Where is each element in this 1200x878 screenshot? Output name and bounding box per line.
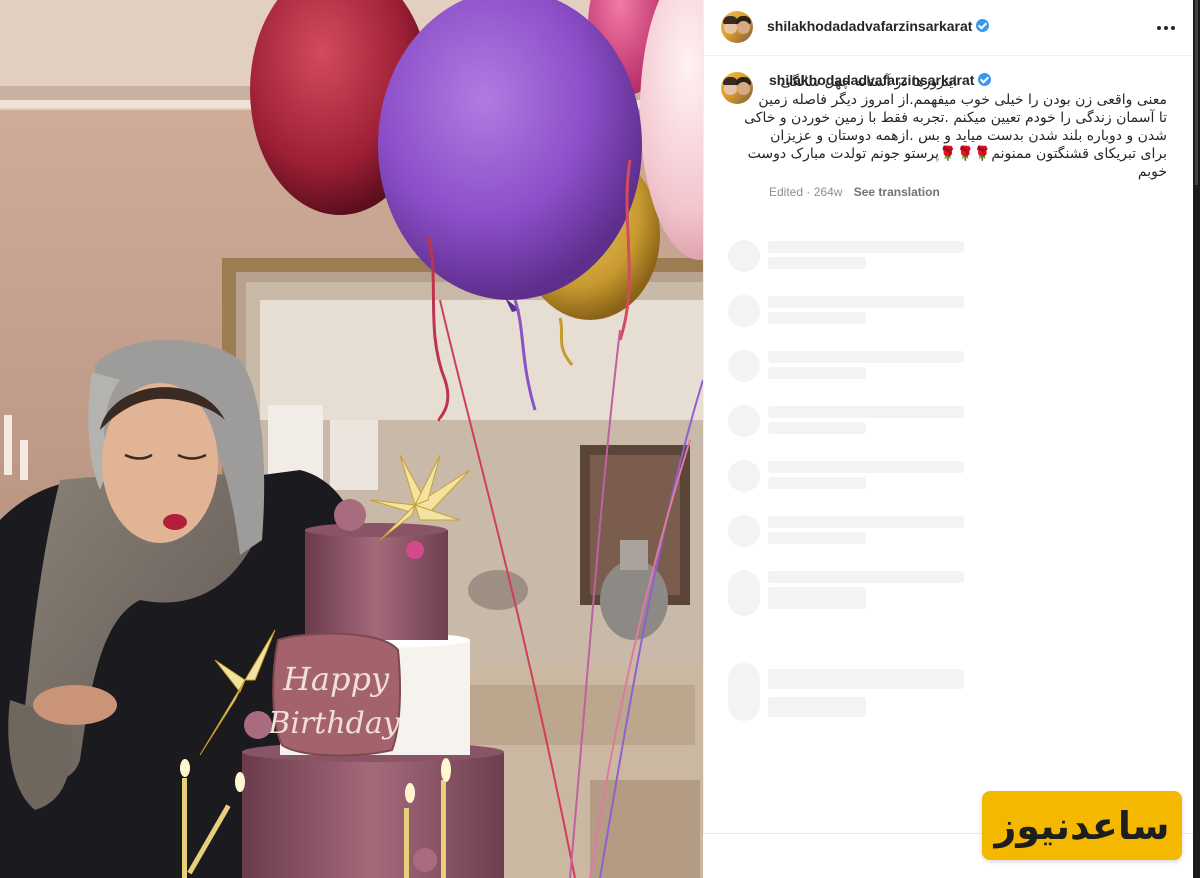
edited-label: Edited bbox=[769, 185, 804, 199]
post-header: shilakhodadadvafarzinsarkarat bbox=[704, 0, 1194, 56]
more-options-button[interactable] bbox=[1156, 18, 1176, 38]
comment-skeleton bbox=[728, 570, 988, 616]
more-dot-icon bbox=[1171, 26, 1175, 30]
caption-line: اینروزها در آستانه چهل سالگی bbox=[780, 74, 957, 90]
cake-text-happy: Happy bbox=[282, 660, 390, 698]
comment-skeleton bbox=[728, 460, 988, 500]
watermark-text: ساعدنیوز bbox=[994, 803, 1170, 848]
more-dot-icon bbox=[1157, 26, 1161, 30]
post-age[interactable]: 264w bbox=[814, 185, 843, 199]
cake-text-birthday: Birthday bbox=[267, 706, 400, 741]
watermark-logo: ساعدنیوز bbox=[982, 791, 1182, 860]
author-username-header[interactable]: shilakhodadadvafarzinsarkarat bbox=[767, 18, 990, 34]
caption-line: برای تبریکای قشنگتون ممنونم🌹🌹🌹پرستو جونم… bbox=[747, 146, 1167, 162]
post-caption: اینروزها در آستانه چهل سالگی معنی واقعی … bbox=[744, 73, 1167, 181]
scrollbar-thumb[interactable] bbox=[1195, 0, 1198, 185]
comment-skeleton bbox=[728, 515, 988, 555]
post-meta: Edited · 264w See translation bbox=[769, 185, 940, 199]
post-image-drawing: Happy Birthday bbox=[0, 0, 703, 878]
caption-line: شدن و دوباره بلند شدن بدست میاید و بس .ا… bbox=[770, 128, 1167, 144]
meta-separator: · bbox=[806, 185, 811, 199]
comment-skeleton bbox=[728, 295, 988, 335]
post-details-panel: shilakhodadadvafarzinsarkarat shilakhoda… bbox=[703, 0, 1194, 833]
caption-line: معنی واقعی زن بودن را خیلی خوب میفهمم.از… bbox=[758, 92, 1167, 108]
caption-line: خوبم bbox=[1137, 164, 1167, 180]
verified-badge-icon bbox=[976, 19, 990, 32]
post-image: Happy Birthday bbox=[0, 0, 703, 878]
see-translation-link[interactable]: See translation bbox=[854, 185, 940, 199]
more-dot-icon bbox=[1164, 26, 1168, 30]
author-username-text[interactable]: shilakhodadadvafarzinsarkarat bbox=[767, 18, 972, 34]
comment-skeleton bbox=[728, 350, 988, 390]
caption-line: تا آسمان زندگی را خودم تعیین میکنم .تجرب… bbox=[744, 110, 1167, 126]
scrollbar[interactable] bbox=[1193, 0, 1200, 878]
comment-skeleton bbox=[728, 240, 988, 280]
author-avatar[interactable] bbox=[721, 11, 753, 43]
caption-author-avatar[interactable] bbox=[721, 72, 753, 104]
comment-skeleton bbox=[728, 405, 988, 445]
comment-skeleton bbox=[728, 663, 988, 721]
